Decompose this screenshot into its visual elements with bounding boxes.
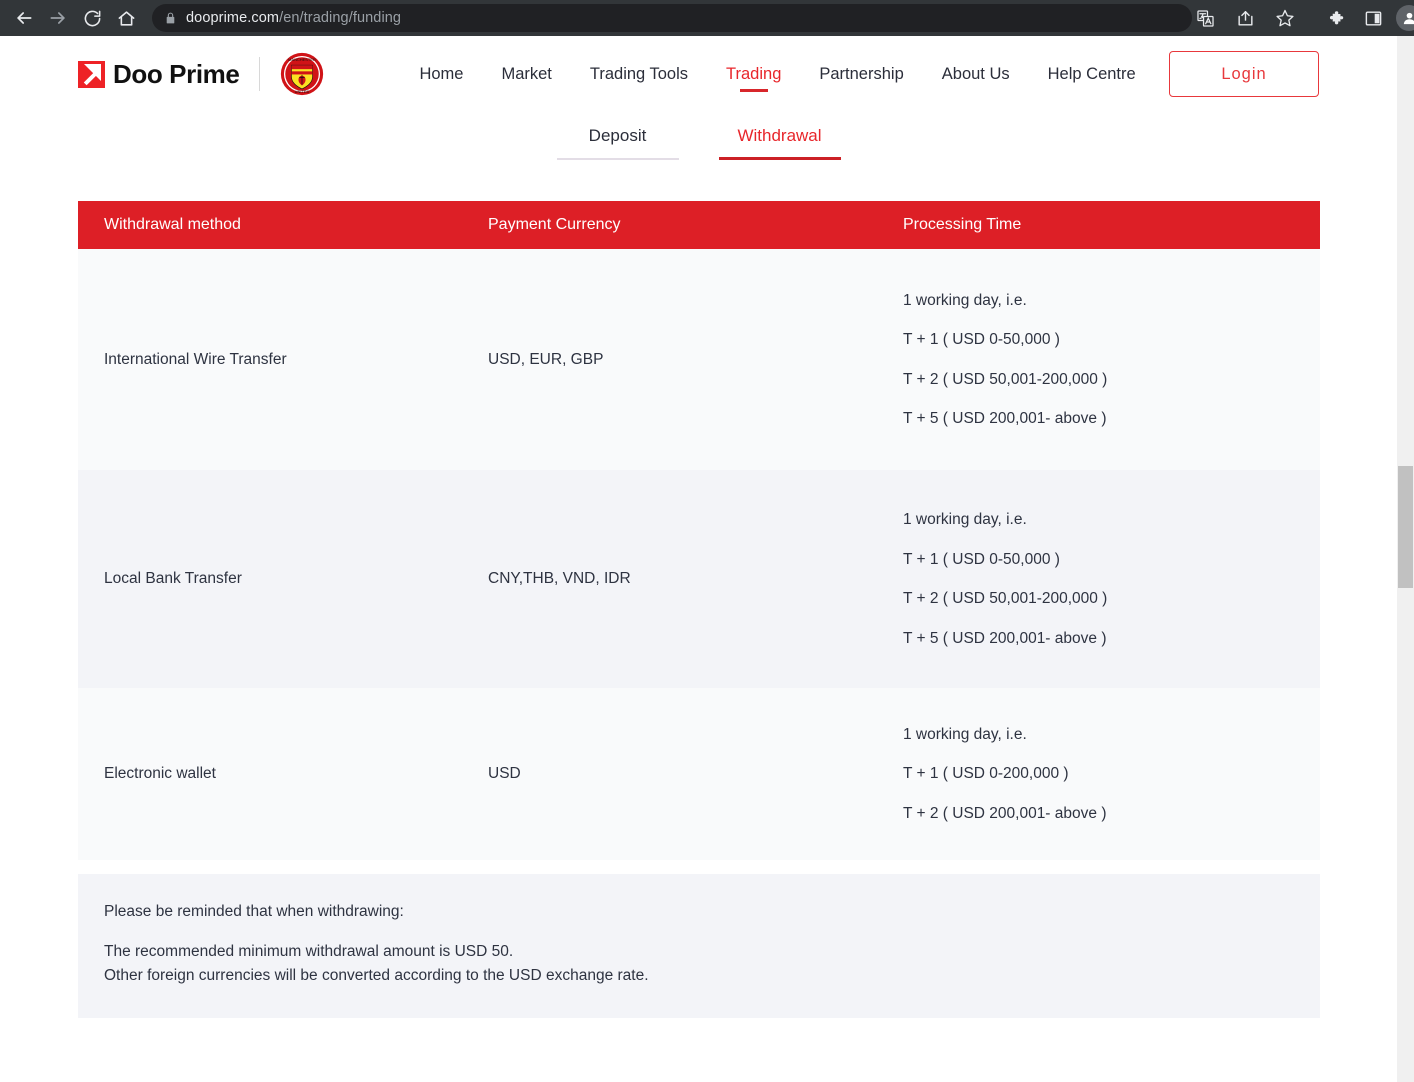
note-line: Other foreign currencies will be convert… xyxy=(104,964,1294,988)
processing-line: T + 5 ( USD 200,001- above ) xyxy=(903,411,1320,427)
site-header: Doo Prime MANCHESTER UNITED Home Market … xyxy=(0,36,1397,112)
browser-toolbar: dooprime.com/en/trading/funding xyxy=(0,0,1414,36)
processing-line: 1 working day, i.e. xyxy=(903,293,1320,309)
cell-processing-time: 1 working day, i.e. T + 1 ( USD 0-200,00… xyxy=(903,727,1320,822)
tab-withdrawal-underline xyxy=(719,157,841,160)
page-viewport: Doo Prime MANCHESTER UNITED Home Market … xyxy=(0,36,1397,1082)
cell-currency: CNY,THB, VND, IDR xyxy=(488,570,903,588)
tab-deposit[interactable]: Deposit xyxy=(557,126,679,160)
table-row: Local Bank Transfer CNY,THB, VND, IDR 1 … xyxy=(78,470,1320,688)
nav-item-home[interactable]: Home xyxy=(400,36,482,112)
tab-withdrawal[interactable]: Withdrawal xyxy=(719,126,841,160)
cell-currency: USD xyxy=(488,765,903,783)
processing-line: 1 working day, i.e. xyxy=(903,512,1320,528)
svg-text:UNITED: UNITED xyxy=(295,89,310,94)
cell-processing-time: 1 working day, i.e. T + 1 ( USD 0-50,000… xyxy=(903,512,1320,646)
url-domain: dooprime.com xyxy=(186,10,279,26)
person-icon xyxy=(1401,10,1414,27)
table-row: International Wire Transfer USD, EUR, GB… xyxy=(78,249,1320,470)
withdrawal-methods-table: Withdrawal method Payment Currency Proce… xyxy=(78,201,1320,860)
funding-tabs: Deposit Withdrawal xyxy=(0,112,1397,160)
doo-prime-logo-icon xyxy=(78,61,105,88)
processing-line: T + 5 ( USD 200,001- above ) xyxy=(903,631,1320,647)
nav-item-trading-tools[interactable]: Trading Tools xyxy=(571,36,707,112)
tab-withdrawal-label: Withdrawal xyxy=(737,126,821,145)
note-line: The recommended minimum withdrawal amoun… xyxy=(104,940,1294,964)
processing-line: T + 2 ( USD 50,001-200,000 ) xyxy=(903,372,1320,388)
nav-item-help-centre[interactable]: Help Centre xyxy=(1029,36,1155,112)
manchester-united-crest-icon: MANCHESTER UNITED xyxy=(280,52,324,96)
brand-logo[interactable]: Doo Prime xyxy=(78,59,239,90)
address-bar-text: dooprime.com/en/trading/funding xyxy=(186,10,401,26)
brand-name: Doo Prime xyxy=(113,59,239,90)
reload-icon xyxy=(83,9,102,28)
column-header-processing-time: Processing Time xyxy=(903,216,1320,234)
side-panel-icon[interactable] xyxy=(1360,5,1386,31)
browser-nav-buttons xyxy=(0,2,142,34)
browser-extension-icons xyxy=(1312,5,1414,31)
svg-text:MANCHESTER: MANCHESTER xyxy=(289,57,317,62)
cell-method: International Wire Transfer xyxy=(78,351,488,369)
tab-deposit-underline xyxy=(557,158,679,160)
column-header-method: Withdrawal method xyxy=(78,216,488,234)
bookmark-star-icon[interactable] xyxy=(1272,5,1298,31)
arrow-right-icon xyxy=(48,8,68,28)
main-navigation: Home Market Trading Tools Trading Partne… xyxy=(400,36,1154,112)
share-icon[interactable] xyxy=(1232,5,1258,31)
nav-item-partnership[interactable]: Partnership xyxy=(800,36,922,112)
login-button[interactable]: Login xyxy=(1169,51,1319,97)
withdrawal-note: Please be reminded that when withdrawing… xyxy=(78,874,1320,1018)
cell-method: Electronic wallet xyxy=(78,765,488,783)
arrow-left-icon xyxy=(14,8,34,28)
back-button[interactable] xyxy=(8,2,40,34)
cell-processing-time: 1 working day, i.e. T + 1 ( USD 0-50,000… xyxy=(903,293,1320,427)
url-path: /en/trading/funding xyxy=(279,10,401,26)
tab-deposit-label: Deposit xyxy=(589,126,647,145)
note-title: Please be reminded that when withdrawing… xyxy=(104,903,1294,921)
nav-item-trading[interactable]: Trading xyxy=(707,36,800,112)
scrollbar-thumb[interactable] xyxy=(1398,466,1413,588)
processing-line: T + 1 ( USD 0-50,000 ) xyxy=(903,332,1320,348)
home-icon xyxy=(117,9,136,28)
translate-icon[interactable] xyxy=(1192,5,1218,31)
nav-item-market[interactable]: Market xyxy=(482,36,570,112)
address-bar[interactable]: dooprime.com/en/trading/funding xyxy=(152,4,1192,32)
table-row: Electronic wallet USD 1 working day, i.e… xyxy=(78,688,1320,860)
processing-line: T + 2 ( USD 200,001- above ) xyxy=(903,806,1320,822)
profile-avatar-button[interactable] xyxy=(1396,5,1414,31)
home-button[interactable] xyxy=(110,2,142,34)
reload-button[interactable] xyxy=(76,2,108,34)
processing-line: 1 working day, i.e. xyxy=(903,727,1320,743)
processing-line: T + 2 ( USD 50,001-200,000 ) xyxy=(903,591,1320,607)
forward-button[interactable] xyxy=(42,2,74,34)
toolbar-actions xyxy=(1192,5,1414,31)
extensions-puzzle-icon[interactable] xyxy=(1324,5,1350,31)
processing-line: T + 1 ( USD 0-200,000 ) xyxy=(903,766,1320,782)
table-header-row: Withdrawal method Payment Currency Proce… xyxy=(78,201,1320,249)
processing-line: T + 1 ( USD 0-50,000 ) xyxy=(903,552,1320,568)
cell-method: Local Bank Transfer xyxy=(78,570,488,588)
lock-icon xyxy=(164,11,177,25)
brand-divider xyxy=(259,57,260,91)
nav-item-about-us[interactable]: About Us xyxy=(923,36,1029,112)
page-scrollbar[interactable] xyxy=(1397,36,1414,1082)
column-header-currency: Payment Currency xyxy=(488,216,903,234)
cell-currency: USD, EUR, GBP xyxy=(488,351,903,369)
